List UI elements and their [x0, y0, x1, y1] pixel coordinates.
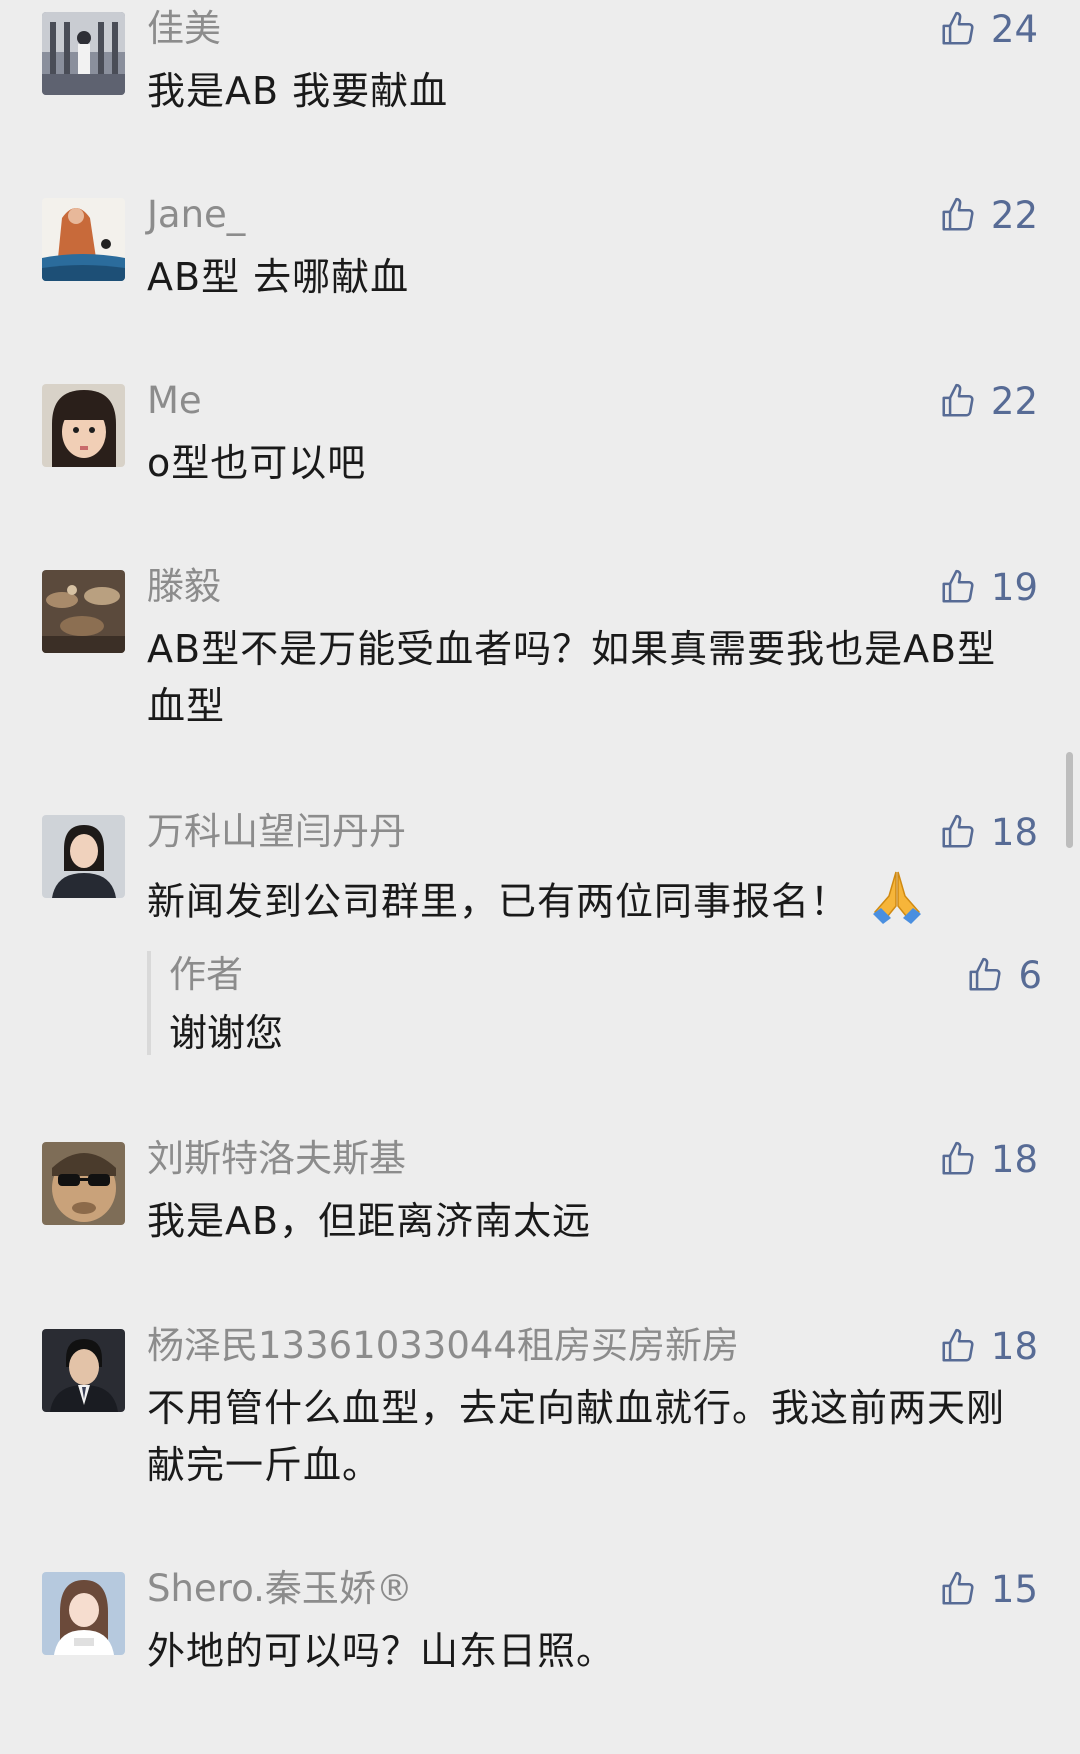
like-count: 18: [990, 810, 1038, 854]
author-reply: 作者 谢谢您 6: [147, 951, 1042, 1055]
comment-item: Jane_ AB型 去哪献血 22: [0, 186, 1080, 366]
comment-author[interactable]: 刘斯特洛夫斯基: [147, 1140, 406, 1177]
like-button[interactable]: 18: [939, 1327, 1038, 1365]
like-button[interactable]: 22: [939, 196, 1038, 234]
avatar[interactable]: [42, 815, 125, 898]
comment-author[interactable]: 万科山望闫丹丹: [147, 813, 406, 850]
reply-text: 谢谢您: [169, 1011, 284, 1055]
comment-author[interactable]: Jane_: [147, 196, 245, 233]
avatar[interactable]: [42, 384, 125, 467]
comment-item: 杨泽民13361033044租房买房新房 不用管什么血型，去定向献血就行。我这前…: [0, 1317, 1080, 1557]
comment-text: 我是AB 我要献血: [147, 69, 449, 113]
comment-item: 刘斯特洛夫斯基 我是AB，但距离济南太远 18: [0, 1130, 1080, 1310]
comment-text-content: 新闻发到公司群里，已有两位同事报名！: [147, 879, 850, 924]
comment-author[interactable]: 佳美: [147, 10, 221, 47]
thumbs-up-icon: [942, 1571, 974, 1605]
thumbs-up-icon: [942, 197, 974, 231]
like-count: 19: [990, 565, 1038, 609]
thumbs-up-icon: [942, 383, 974, 417]
like-button[interactable]: 18: [939, 1140, 1038, 1178]
comment-text: 新闻发到公司群里，已有两位同事报名！: [147, 866, 1027, 942]
avatar[interactable]: [42, 1572, 125, 1655]
comment-item: 滕毅 AB型不是万能受血者吗？如果真需要我也是AB型血型 19: [0, 558, 1080, 798]
like-count: 24: [990, 7, 1038, 51]
like-count: 22: [990, 379, 1038, 423]
comment-item: Me o型也可以吧 22: [0, 372, 1080, 552]
like-button[interactable]: 18: [939, 813, 1038, 851]
like-button[interactable]: 19: [939, 568, 1038, 606]
thumbs-up-icon: [942, 11, 974, 45]
comment-text: o型也可以吧: [147, 441, 367, 485]
like-count: 18: [990, 1324, 1038, 1368]
folded-hands-icon: [867, 866, 927, 942]
like-button[interactable]: 24: [939, 10, 1038, 48]
comment-author[interactable]: Me: [147, 382, 202, 419]
comment-item: 佳美 我是AB 我要献血 24: [0, 0, 1080, 180]
reply-like-button[interactable]: 6: [966, 956, 1042, 994]
thumbs-up-icon: [942, 1328, 974, 1362]
like-button[interactable]: 15: [939, 1570, 1038, 1608]
thumbs-up-icon: [969, 957, 1001, 991]
avatar[interactable]: [42, 570, 125, 653]
avatar[interactable]: [42, 1329, 125, 1412]
comment-text: 我是AB，但距离济南太远: [147, 1199, 592, 1243]
avatar[interactable]: [42, 12, 125, 95]
comment-author[interactable]: 杨泽民13361033044租房买房新房: [147, 1327, 739, 1364]
avatar[interactable]: [42, 198, 125, 281]
comment-text: 外地的可以吗？山东日照。: [147, 1629, 616, 1673]
thumbs-up-icon: [942, 569, 974, 603]
thumbs-up-icon: [942, 814, 974, 848]
comment-text: AB型 去哪献血: [147, 255, 410, 299]
comment-text: AB型不是万能受血者吗？如果真需要我也是AB型血型: [147, 627, 997, 728]
like-button[interactable]: 22: [939, 382, 1038, 420]
like-count: 22: [990, 193, 1038, 237]
scrollbar[interactable]: [1066, 752, 1073, 848]
like-count: 6: [1018, 953, 1042, 997]
comment-text: 不用管什么血型，去定向献血就行。我这前两天刚献完一斤血。: [147, 1386, 1006, 1487]
comment-list: 佳美 我是AB 我要献血 24 Jane_ AB型 去哪献血 22 Me o型也…: [0, 0, 1080, 1754]
comment-item: Shero.秦玉娇® 外地的可以吗？山东日照。 15: [0, 1560, 1080, 1740]
comment-author[interactable]: 滕毅: [147, 568, 221, 605]
like-count: 18: [990, 1137, 1038, 1181]
thumbs-up-icon: [942, 1141, 974, 1175]
avatar[interactable]: [42, 1142, 125, 1225]
comment-item: 万科山望闫丹丹 新闻发到公司群里，已有两位同事报名！ 18 作者 谢谢您 6: [0, 803, 1080, 1083]
like-count: 15: [990, 1567, 1038, 1611]
reply-author: 作者: [169, 953, 243, 996]
comment-author[interactable]: Shero.秦玉娇®: [147, 1570, 413, 1607]
